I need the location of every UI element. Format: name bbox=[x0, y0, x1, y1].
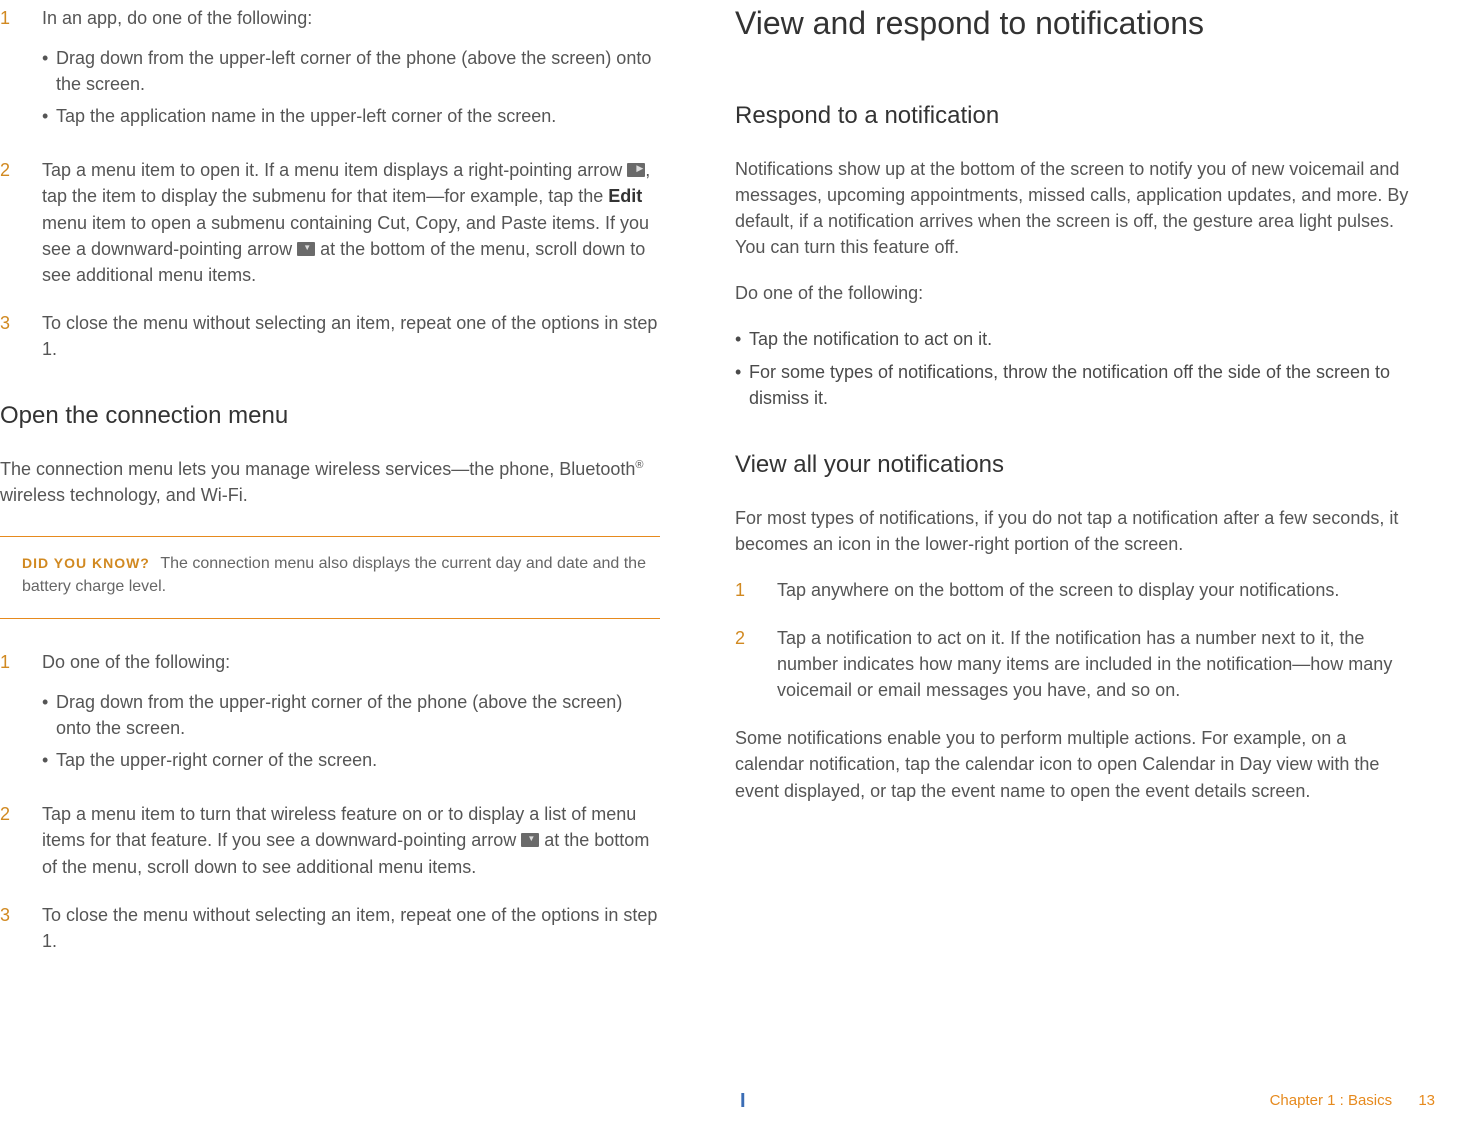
bullet-text: Drag down from the upper-right corner of… bbox=[56, 689, 660, 741]
step-text: To close the menu without selecting an i… bbox=[42, 902, 660, 954]
step-number: 1 bbox=[735, 577, 777, 603]
right-column: View and respond to notifications Respon… bbox=[735, 0, 1415, 976]
conn-step-1: 1 Do one of the following: •Drag down fr… bbox=[0, 649, 660, 779]
step2-text-a: Tap a menu item to open it. If a menu it… bbox=[42, 160, 627, 180]
step1-bullets: •Drag down from the upper-left corner of… bbox=[42, 45, 660, 129]
bullet-mark: • bbox=[735, 359, 749, 411]
step-text: To close the menu without selecting an i… bbox=[42, 310, 660, 362]
bullet-text: Tap the upper-right corner of the screen… bbox=[56, 747, 377, 773]
bullet-mark: • bbox=[42, 689, 56, 741]
respond-paragraph-1: Notifications show up at the bottom of t… bbox=[735, 156, 1415, 260]
callout-label: DID YOU KNOW? bbox=[22, 555, 150, 571]
bullet-text: Tap the notification to act on it. bbox=[749, 326, 992, 352]
step-3: 3 To close the menu without selecting an… bbox=[0, 310, 660, 362]
step-number: 2 bbox=[0, 157, 42, 287]
respond-paragraph-2: Do one of the following: bbox=[735, 280, 1415, 306]
step-text: Tap a notification to act on it. If the … bbox=[777, 625, 1415, 703]
step-text: Tap a menu item to open it. If a menu it… bbox=[42, 157, 660, 287]
bullet-mark: • bbox=[42, 747, 56, 773]
bullet-mark: • bbox=[42, 103, 56, 129]
section-heading-respond: Respond to a notification bbox=[735, 102, 1415, 130]
bullet-text: For some types of notifications, throw t… bbox=[749, 359, 1415, 411]
step-1: 1 In an app, do one of the following: •D… bbox=[0, 5, 660, 135]
footer-chapter: Chapter 1 : Basics bbox=[1270, 1092, 1393, 1109]
step-text: Tap a menu item to turn that wireless fe… bbox=[42, 801, 660, 879]
chapter-title: View and respond to notifications bbox=[735, 5, 1415, 42]
c-step1-bullets: •Drag down from the upper-right corner o… bbox=[42, 689, 660, 773]
conn-para-a: The connection menu lets you manage wire… bbox=[0, 459, 635, 479]
step-number: 3 bbox=[0, 902, 42, 954]
conn-para-b: wireless technology, and Wi-Fi. bbox=[0, 485, 248, 505]
step-2: 2 Tap a menu item to open it. If a menu … bbox=[0, 157, 660, 287]
footer-page-number: 13 bbox=[1418, 1092, 1435, 1109]
step-text: Do one of the following: •Drag down from… bbox=[42, 649, 660, 779]
bullet-text: Drag down from the upper-left corner of … bbox=[56, 45, 660, 97]
viewall-step-2: 2 Tap a notification to act on it. If th… bbox=[735, 625, 1415, 703]
viewall-paragraph-2: Some notifications enable you to perform… bbox=[735, 725, 1415, 803]
respond-bullets: •Tap the notification to act on it. •For… bbox=[735, 326, 1415, 410]
left-column: 1 In an app, do one of the following: •D… bbox=[0, 0, 660, 976]
conn-step-3: 3 To close the menu without selecting an… bbox=[0, 902, 660, 954]
step-number: 2 bbox=[0, 801, 42, 879]
conn-step-2: 2 Tap a menu item to turn that wireless … bbox=[0, 801, 660, 879]
right-arrow-icon bbox=[627, 163, 645, 177]
step-number: 1 bbox=[0, 5, 42, 135]
step1-intro: In an app, do one of the following: bbox=[42, 8, 312, 28]
step-text: Tap anywhere on the bottom of the screen… bbox=[777, 577, 1415, 603]
step-number: 3 bbox=[0, 310, 42, 362]
page-footer: Chapter 1 : Basics 13 bbox=[1270, 1092, 1435, 1109]
bullet-text: Tap the application name in the upper-le… bbox=[56, 103, 556, 129]
footer-divider-mark: I bbox=[740, 1090, 746, 1113]
bullet-mark: • bbox=[735, 326, 749, 352]
section-heading-connection: Open the connection menu bbox=[0, 402, 660, 430]
down-arrow-icon bbox=[521, 833, 539, 847]
section-heading-viewall: View all your notifications bbox=[735, 451, 1415, 479]
bullet-mark: • bbox=[42, 45, 56, 97]
did-you-know-callout: DID YOU KNOW? The connection menu also d… bbox=[0, 536, 660, 619]
down-arrow-icon bbox=[297, 242, 315, 256]
viewall-paragraph-1: For most types of notifications, if you … bbox=[735, 505, 1415, 557]
step-number: 2 bbox=[735, 625, 777, 703]
edit-label: Edit bbox=[608, 186, 642, 206]
c-step1-intro: Do one of the following: bbox=[42, 652, 230, 672]
viewall-step-1: 1 Tap anywhere on the bottom of the scre… bbox=[735, 577, 1415, 603]
step-text: In an app, do one of the following: •Dra… bbox=[42, 5, 660, 135]
step-number: 1 bbox=[0, 649, 42, 779]
registered-mark: ® bbox=[635, 459, 643, 471]
connection-paragraph: The connection menu lets you manage wire… bbox=[0, 456, 660, 508]
